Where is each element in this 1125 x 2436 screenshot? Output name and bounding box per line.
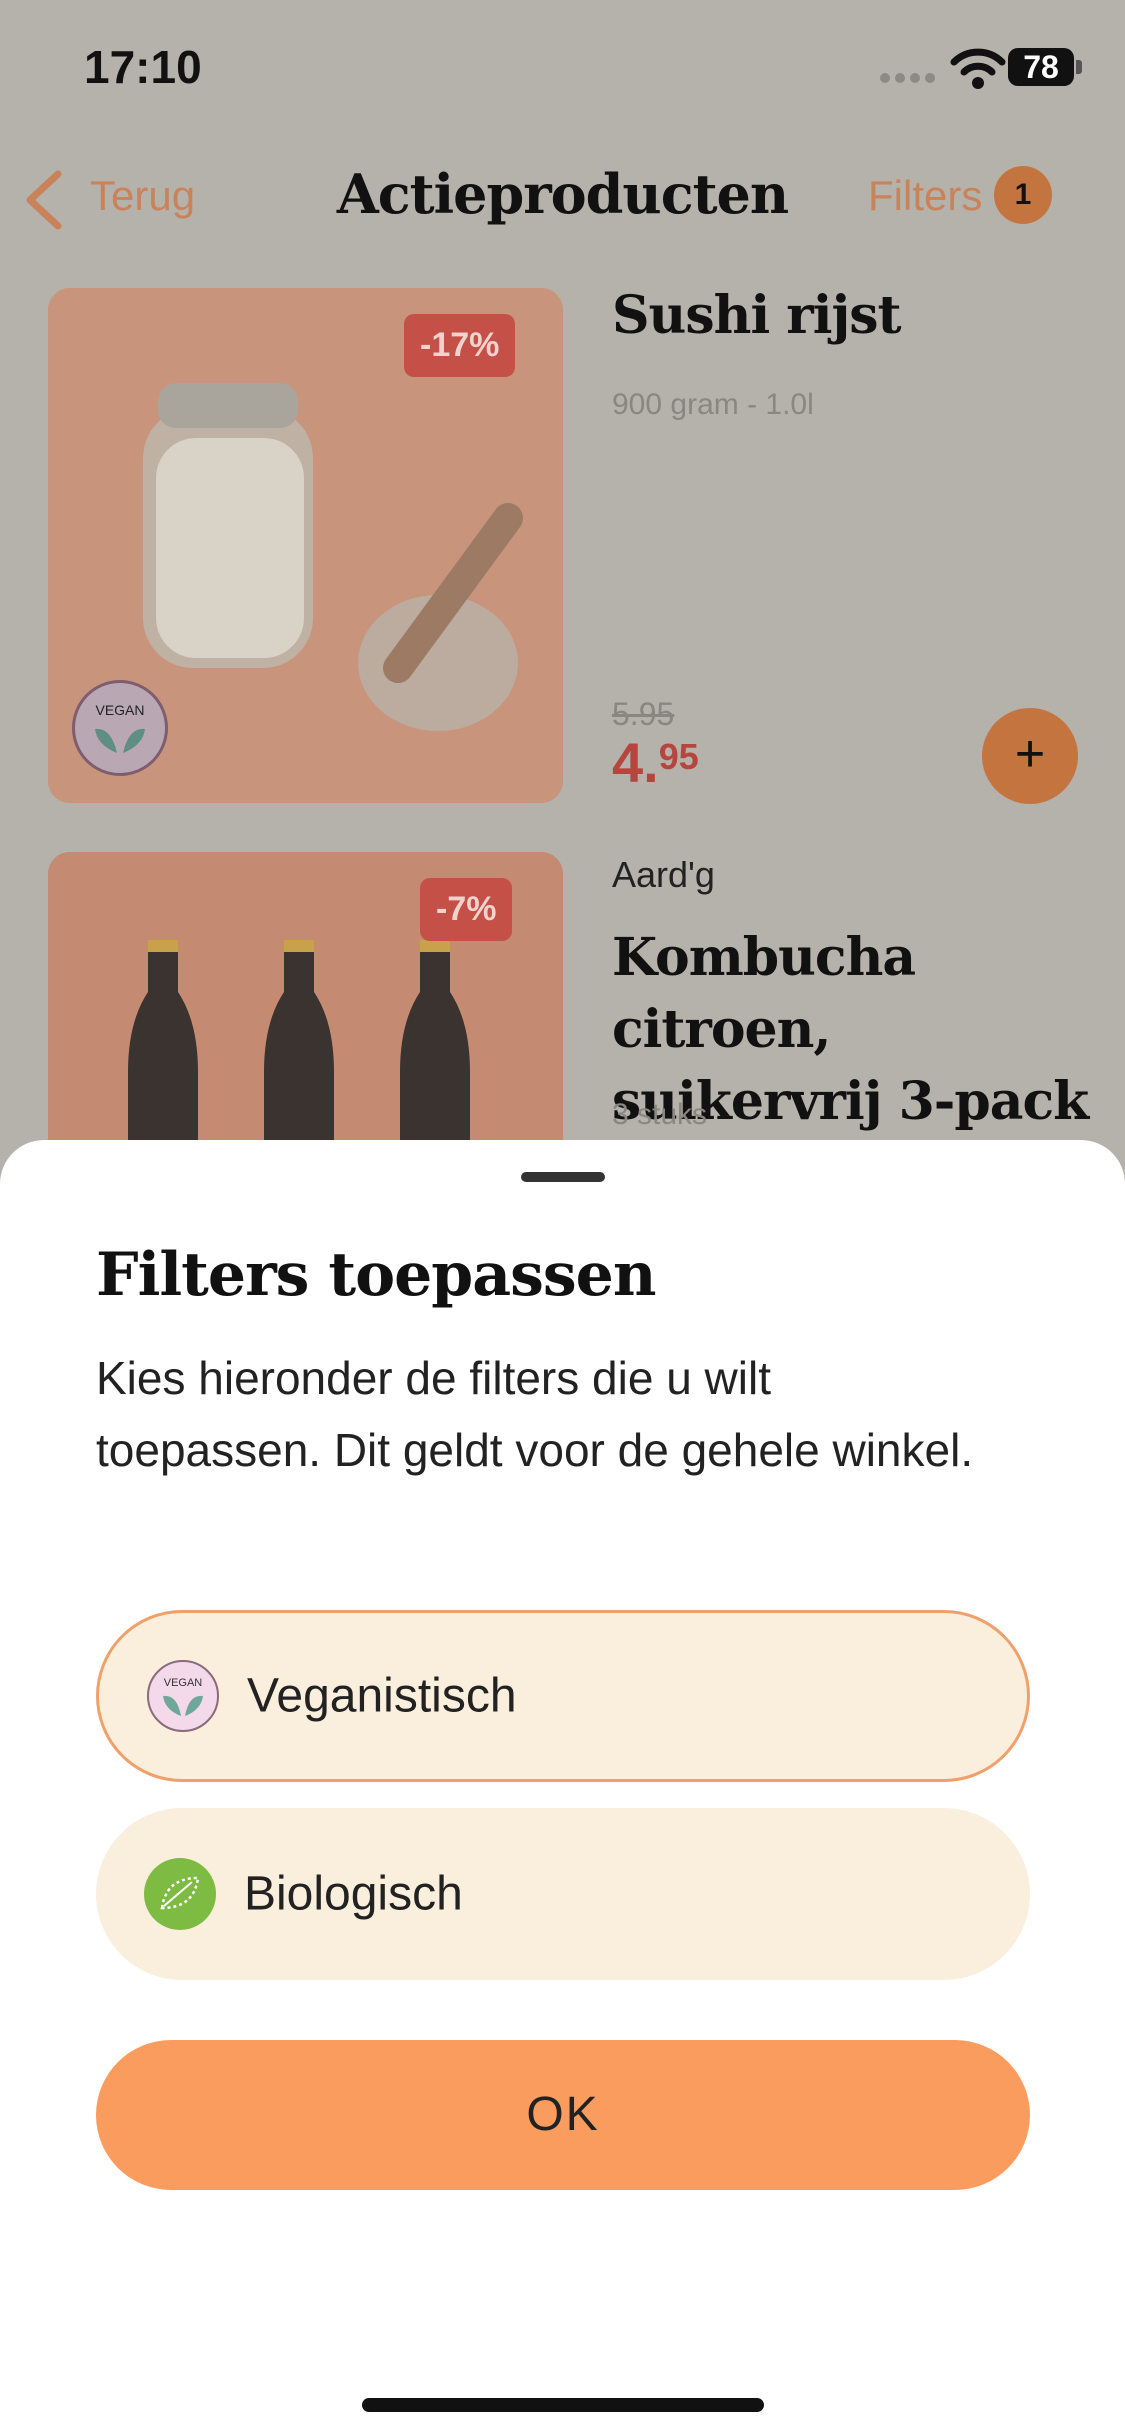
price-int: 4.: [612, 731, 659, 794]
product-meta: 900 gram - 1.0l: [612, 388, 814, 421]
home-indicator: [362, 2398, 764, 2412]
old-price: 5.95: [612, 696, 675, 732]
vegan-icon: VEGAN: [72, 680, 168, 776]
signal-icon: [880, 70, 940, 84]
discount-badge: -7%: [420, 878, 513, 941]
filter-option-biologisch[interactable]: Biologisch: [96, 1808, 1030, 1980]
product-meta: 3 stuks: [612, 1098, 708, 1131]
filters-count-badge[interactable]: 1: [994, 166, 1052, 224]
status-time: 17:10: [84, 41, 202, 93]
organic-leaf-icon: [144, 1858, 216, 1930]
price-dec: 95: [658, 736, 699, 777]
sheet-description: Kies hieronder de filters die u wilt toe…: [96, 1352, 974, 1476]
product-title[interactable]: Sushi rijst: [612, 280, 902, 352]
vegan-icon: VEGAN: [147, 1660, 219, 1732]
discount-badge: -17%: [404, 314, 516, 377]
product-title-line: Kombucha citroen,: [612, 927, 916, 1060]
wifi-icon: [950, 48, 1006, 90]
filter-option-label: Veganistisch: [247, 1669, 517, 1723]
battery-cap: [1076, 60, 1082, 74]
ok-button[interactable]: OK: [96, 2040, 1030, 2190]
filter-option-veganistisch[interactable]: VEGAN Veganistisch: [96, 1610, 1030, 1782]
filters-bottom-sheet: [0, 1140, 1125, 2436]
battery-indicator: 78: [1008, 48, 1074, 86]
add-to-cart-button[interactable]: +: [982, 708, 1078, 804]
product-brand: Aard'g: [612, 854, 715, 895]
vegan-icon-text: VEGAN: [164, 1677, 203, 1689]
filter-option-label: Biologisch: [244, 1867, 463, 1921]
filters-button[interactable]: Filters: [868, 172, 982, 220]
sheet-grabber[interactable]: [521, 1172, 605, 1182]
new-price: 4.95: [612, 730, 699, 795]
sheet-title: Filters toepassen: [96, 1240, 656, 1310]
vegan-badge-text: VEGAN: [95, 702, 144, 718]
